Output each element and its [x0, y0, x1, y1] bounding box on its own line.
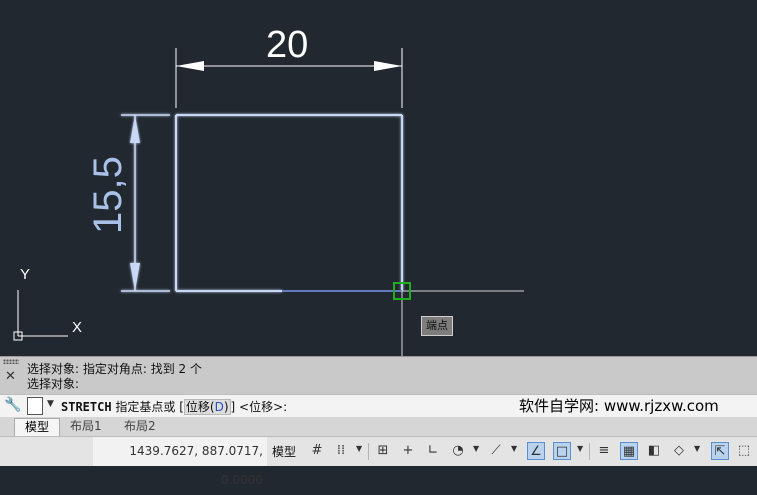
command-line[interactable]: 🔧 ▼ STRETCH 指定基点或 [位移(D)] <位移>: 软件自学网: w…: [0, 394, 757, 418]
wrench-icon[interactable]: 🔧: [4, 397, 21, 413]
chevron-down-icon[interactable]: ▼: [473, 444, 479, 453]
lineweight-icon[interactable]: ≡: [595, 442, 613, 460]
close-icon[interactable]: ✕: [5, 369, 16, 384]
chevron-down-icon[interactable]: ▼: [511, 444, 517, 453]
command-name: STRETCH: [61, 400, 112, 414]
ucs-y-label: Y: [20, 266, 31, 283]
command-suffix: ] <位移>:: [230, 400, 288, 414]
isodraft-icon[interactable]: ⟋: [487, 442, 505, 460]
chevron-down-icon[interactable]: ▼: [694, 444, 700, 453]
chevron-down-icon[interactable]: ▼: [577, 444, 583, 453]
selected-rectangle: [175, 114, 403, 292]
option-displacement[interactable]: 位移(D): [183, 399, 231, 415]
horizontal-dimension-text: 20: [266, 24, 309, 66]
command-prompt-icon[interactable]: [27, 397, 43, 415]
infer-constraints-icon[interactable]: ⊞: [374, 442, 392, 460]
tab-model[interactable]: 模型: [14, 418, 61, 436]
option-key: D: [214, 400, 224, 414]
dynamic-ucs-icon[interactable]: ⇱: [711, 442, 729, 460]
grip-icon[interactable]: [3, 359, 19, 364]
layout-tabs: 模型 布局1 布局2: [0, 417, 757, 436]
history-line-1: 选择对象: 指定对角点: 找到 2 个: [27, 362, 202, 376]
option-label: 位移(: [185, 400, 215, 414]
transparency-icon[interactable]: ▦: [620, 442, 638, 460]
chevron-down-icon[interactable]: ▼: [356, 444, 362, 453]
option-close: ): [223, 400, 229, 414]
object-snap-tracking-icon[interactable]: ∠: [527, 442, 545, 460]
tab-layout2[interactable]: 布局2: [114, 418, 166, 435]
ucs-x-label: X: [72, 319, 83, 336]
drawing-canvas[interactable]: 20 15,5 Y X 端点: [0, 0, 757, 356]
grid-icon[interactable]: #: [308, 442, 326, 460]
endpoint-tooltip: 端点: [421, 316, 453, 336]
command-prompt-text: 指定基点或 [: [111, 400, 184, 414]
separator: [368, 443, 369, 460]
tab-layout1[interactable]: 布局1: [60, 418, 112, 435]
watermark: 软件自学网: www.rjzxw.com: [519, 397, 719, 415]
dynamic-input-icon[interactable]: +: [399, 442, 417, 460]
command-prompt: STRETCH 指定基点或 [位移(D)] <位移>:: [61, 398, 287, 415]
separator: [589, 443, 590, 460]
chevron-down-icon[interactable]: ▼: [47, 399, 54, 409]
history-line-2: 选择对象:: [27, 377, 80, 391]
selection-filter-icon[interactable]: ⬚: [735, 442, 753, 460]
ucs-icon: [13, 290, 68, 341]
polar-icon[interactable]: ◔: [449, 442, 467, 460]
vertical-dimension-text: 15,5: [86, 156, 130, 234]
3d-osnap-icon[interactable]: ◇: [670, 442, 688, 460]
selection-cycling-icon[interactable]: ◧: [645, 442, 663, 460]
ortho-icon[interactable]: ∟: [424, 442, 442, 460]
osnap-icon[interactable]: □: [553, 442, 571, 460]
model-space-button[interactable]: 模型: [272, 443, 296, 460]
status-bar: 1439.7627, 887.0717, 0.0000 模型 # ⁞⁞ ▼ ⊞ …: [0, 436, 757, 487]
snap-icon[interactable]: ⁞⁞: [332, 442, 350, 460]
coordinate-readout[interactable]: 1439.7627, 887.0717, 0.0000: [93, 437, 267, 487]
command-history: ✕ 选择对象: 指定对角点: 找到 2 个 选择对象:: [0, 356, 757, 395]
